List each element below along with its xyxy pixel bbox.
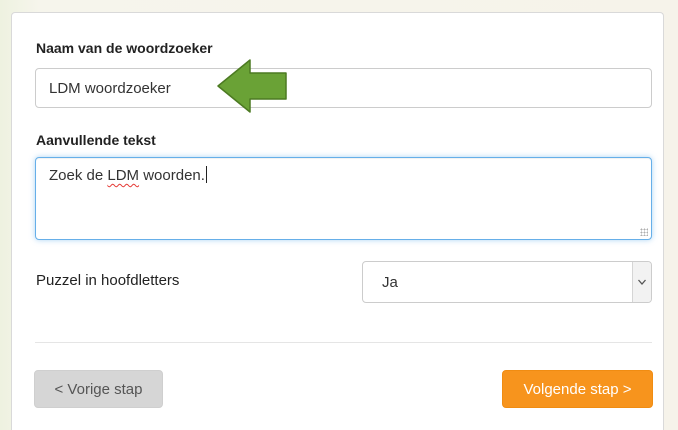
extra-text-label: Aanvullende tekst (36, 132, 156, 148)
next-step-button[interactable]: Volgende stap > (502, 370, 653, 408)
name-label: Naam van de woordzoeker (36, 40, 213, 56)
spellcheck-word: LDM (107, 167, 140, 184)
resize-handle[interactable] (640, 228, 648, 236)
text-caret (205, 166, 207, 183)
divider (35, 342, 652, 343)
previous-step-button[interactable]: < Vorige stap (34, 370, 163, 408)
extra-text-suffix: woorden. (139, 167, 205, 184)
arrow-left-icon (217, 59, 287, 113)
chevron-down-icon (638, 279, 646, 285)
uppercase-select[interactable]: Ja (362, 261, 652, 303)
uppercase-select-value: Ja (382, 273, 398, 291)
name-input[interactable]: LDM woordzoeker (35, 68, 652, 108)
select-arrow[interactable] (632, 262, 651, 302)
form-panel: Naam van de woordzoeker LDM woordzoeker … (11, 12, 664, 430)
uppercase-label: Puzzel in hoofdletters (36, 272, 180, 289)
extra-text-prefix: Zoek de (49, 167, 108, 184)
extra-text-textarea[interactable]: Zoek de LDM woorden. (35, 157, 652, 240)
